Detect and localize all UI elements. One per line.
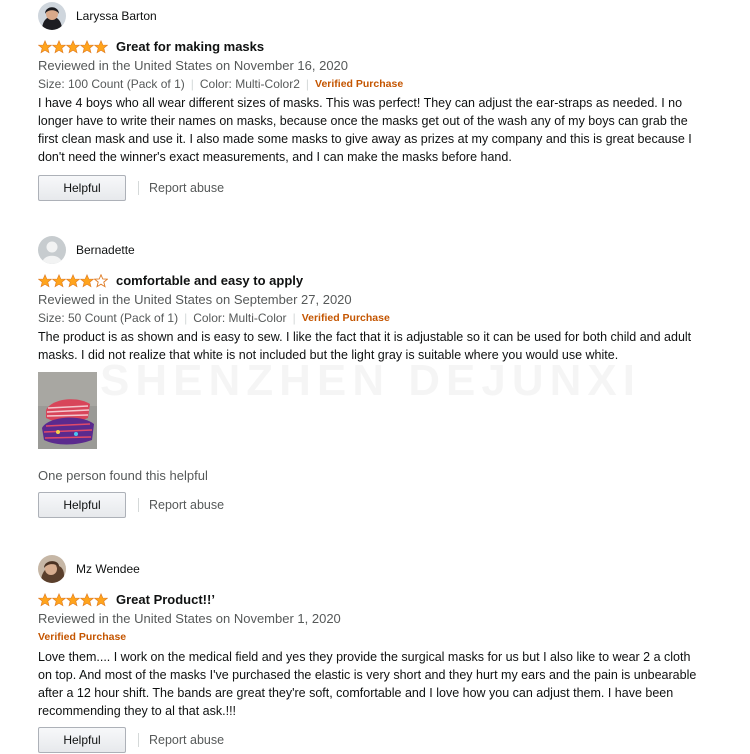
- default-avatar-icon: [38, 236, 66, 264]
- size-label[interactable]: Size: 50 Count (Pack of 1): [38, 309, 178, 327]
- review-body: The product is as shown and is easy to s…: [38, 330, 692, 362]
- report-abuse-link[interactable]: Report abuse: [149, 181, 224, 195]
- star-filled-icon: [52, 592, 66, 606]
- divider: [138, 181, 139, 195]
- star-filled-icon: [94, 592, 108, 606]
- star-filled-icon: [80, 273, 94, 287]
- star-filled-icon: [94, 39, 108, 53]
- avatar: [38, 2, 66, 30]
- review-image-thumbnail[interactable]: [38, 372, 97, 449]
- star-filled-icon: [38, 39, 52, 53]
- color-label[interactable]: Color: Multi-Color2: [200, 75, 300, 93]
- divider: |: [292, 311, 296, 325]
- divider: |: [190, 77, 194, 91]
- star-filled-icon: [52, 273, 66, 287]
- helpful-count-text: One person found this helpful: [38, 468, 208, 483]
- helpful-button[interactable]: Helpful: [38, 727, 126, 753]
- star-filled-icon: [38, 592, 52, 606]
- divider: |: [305, 77, 310, 91]
- review-date: Reviewed in the United States on Novembe…: [38, 58, 349, 73]
- review-title[interactable]: comfortable and easy to apply: [116, 273, 303, 288]
- helpful-button[interactable]: Helpful: [38, 492, 126, 518]
- reviewer-profile[interactable]: Mz Wendee: [38, 555, 698, 583]
- reviewer-name[interactable]: Laryssa Barton: [76, 9, 157, 23]
- review-title[interactable]: Great Product!!’: [116, 592, 215, 607]
- star-filled-icon: [66, 273, 80, 287]
- review-body: Love them.... I work on the medical fiel…: [38, 650, 697, 718]
- star-filled-icon: [80, 592, 94, 606]
- divider: |: [184, 311, 188, 325]
- star-filled-icon: [66, 592, 80, 606]
- star-rating[interactable]: [38, 273, 108, 288]
- star-filled-icon: [80, 39, 94, 53]
- verified-purchase-badge: Verified Purchase: [301, 312, 390, 324]
- star-empty-icon: [94, 273, 108, 288]
- review-date: Reviewed in the United States on Septemb…: [38, 292, 352, 307]
- size-label[interactable]: Size: 100 Count (Pack of 1): [38, 75, 185, 93]
- review-title[interactable]: Great for making masks: [116, 39, 264, 54]
- review-card: Laryssa Barton Great for making masks Re…: [38, 2, 698, 202]
- review-card: Mz Wendee Great Product!!’ Reviewed in t…: [38, 555, 698, 754]
- reviewer-profile[interactable]: Bernadette: [38, 236, 698, 264]
- star-rating[interactable]: [38, 39, 108, 54]
- report-abuse-link[interactable]: Report abuse: [149, 498, 224, 512]
- avatar: [38, 555, 66, 583]
- divider: [138, 498, 139, 512]
- star-filled-icon: [66, 39, 80, 53]
- divider: [138, 733, 139, 747]
- helpful-button[interactable]: Helpful: [38, 175, 126, 201]
- color-label[interactable]: Color: Multi-Color: [193, 309, 286, 327]
- star-filled-icon: [52, 39, 66, 53]
- reviewer-name[interactable]: Mz Wendee: [76, 562, 140, 576]
- reviewer-name[interactable]: Bernadette: [76, 243, 135, 257]
- verified-purchase-badge: Verified Purchase: [315, 78, 404, 90]
- variant-info: Verified Purchase: [38, 628, 698, 646]
- review-date: Reviewed in the United States on Novembe…: [38, 611, 341, 626]
- report-abuse-link[interactable]: Report abuse: [149, 733, 224, 747]
- star-rating[interactable]: [38, 592, 108, 607]
- verified-purchase-badge: Verified Purchase: [38, 631, 127, 643]
- variant-info: Size: 100 Count (Pack of 1) | Color: Mul…: [38, 75, 698, 93]
- reviewer-profile[interactable]: Laryssa Barton: [38, 2, 698, 30]
- review-body: I have 4 boys who all wear different siz…: [38, 96, 692, 164]
- review-card: Bernadette comfortable and easy to apply…: [38, 236, 698, 519]
- variant-info: Size: 50 Count (Pack of 1) | Color: Mult…: [38, 309, 698, 327]
- star-filled-icon: [38, 273, 52, 287]
